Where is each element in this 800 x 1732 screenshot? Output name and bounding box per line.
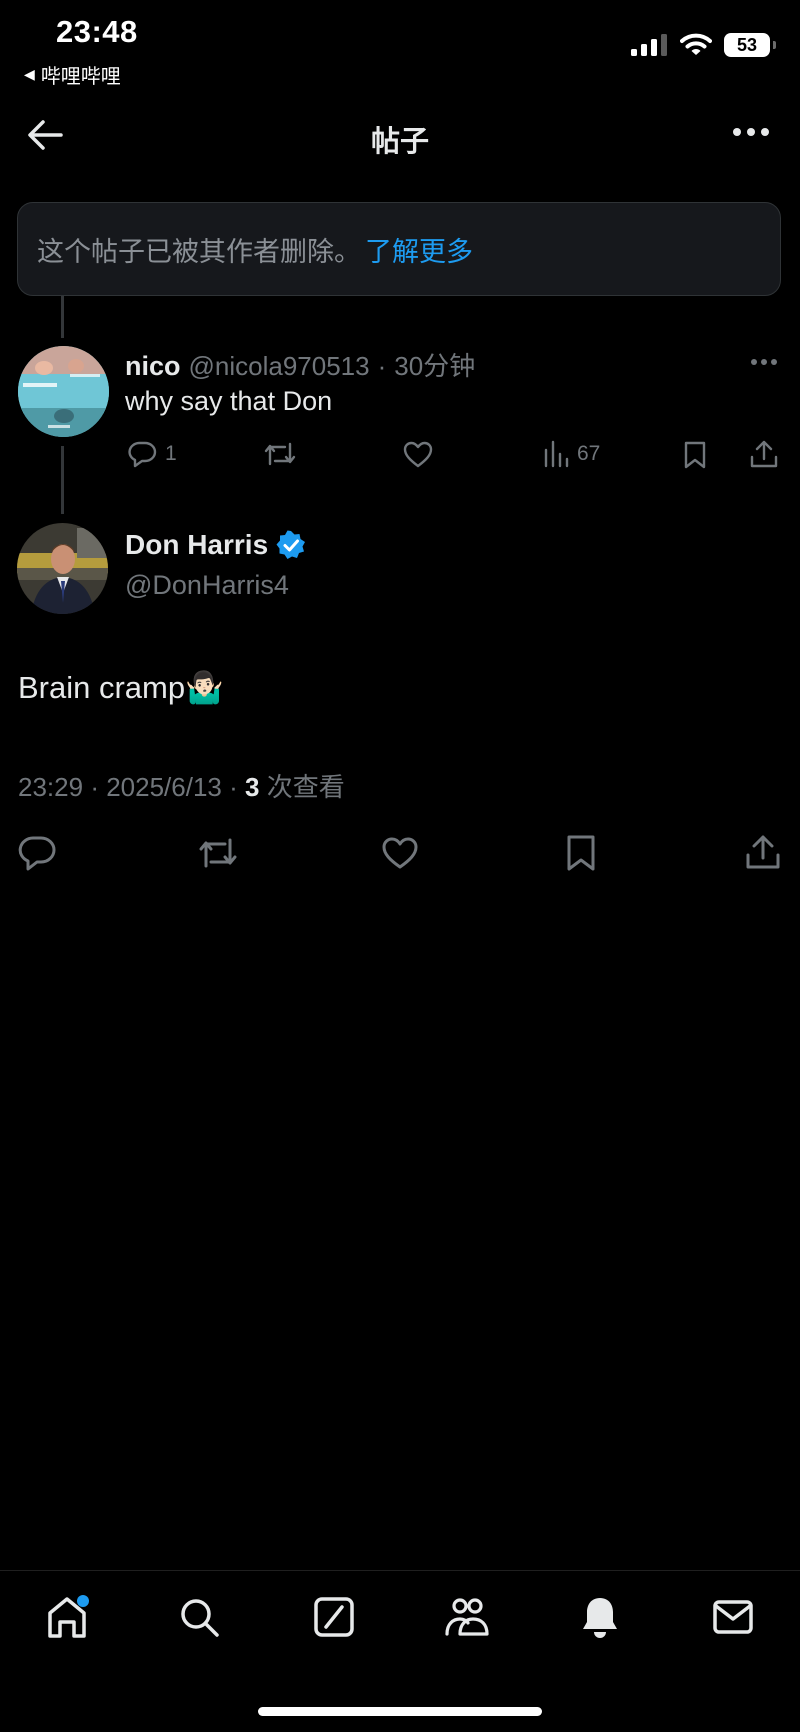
back-app-label: 哔哩哔哩 xyxy=(40,66,121,88)
share-icon xyxy=(746,835,780,869)
reply-timestamp: 30分钟 xyxy=(394,351,476,381)
thread-connector-middle xyxy=(61,446,64,514)
tab-grok[interactable] xyxy=(313,1596,355,1638)
reply-header: nico @nicola970513 · 30分钟 xyxy=(125,346,475,383)
post-view-count: 3 xyxy=(245,772,260,802)
comment-icon xyxy=(18,836,56,871)
main-post-text: Brain cramp🤷🏻‍♂️ xyxy=(18,670,224,705)
main-author-name[interactable]: Don Harris xyxy=(125,529,268,561)
home-icon xyxy=(48,1595,89,1638)
post-view-label: 次查看 xyxy=(266,772,345,802)
repost-icon xyxy=(264,442,296,466)
more-horizontal-icon xyxy=(733,128,769,136)
main-author-row: Don Harris xyxy=(125,529,306,561)
communities-icon xyxy=(445,1598,489,1636)
nico-avatar-image xyxy=(18,346,109,437)
main-post-meta: 23:29 · 2025/6/13 · 3 次查看 xyxy=(18,767,345,804)
comment-icon xyxy=(128,441,157,468)
tab-home[interactable] xyxy=(45,1594,93,1640)
reply-reply-button[interactable]: 1 xyxy=(127,440,177,468)
main-reply-button[interactable] xyxy=(18,835,56,871)
don-harris-avatar[interactable] xyxy=(17,523,108,614)
heart-icon xyxy=(382,837,418,869)
bookmark-icon xyxy=(684,441,706,469)
home-indicator[interactable] xyxy=(258,1707,542,1716)
tab-communities[interactable] xyxy=(443,1596,491,1638)
search-icon xyxy=(181,1599,219,1637)
meta-separator: · xyxy=(229,772,238,802)
nico-avatar[interactable] xyxy=(18,346,109,437)
status-time: 23:48 xyxy=(56,14,138,49)
main-share-button[interactable] xyxy=(744,833,782,871)
main-bookmark-button[interactable] xyxy=(566,834,596,872)
share-icon xyxy=(750,440,778,468)
reply-views-button[interactable]: 67 xyxy=(543,440,600,468)
heart-icon xyxy=(403,441,433,468)
wifi-icon xyxy=(680,33,712,55)
battery-indicator: 53 xyxy=(724,33,776,57)
battery-level: 53 xyxy=(736,34,758,55)
main-like-button[interactable] xyxy=(381,836,419,870)
bell-icon xyxy=(583,1598,617,1638)
main-author-handle[interactable]: @DonHarris4 xyxy=(125,570,289,601)
page-title: 帖子 xyxy=(370,126,429,158)
thread-connector-top xyxy=(61,296,64,338)
bookmark-icon xyxy=(567,835,595,871)
mail-icon xyxy=(713,1600,753,1634)
meta-separator: · xyxy=(90,772,99,802)
reply-separator: · xyxy=(377,351,387,381)
back-to-app-link[interactable]: ◀ 哔哩哔哩 xyxy=(24,60,121,89)
reply-text: why say that Don xyxy=(125,386,333,416)
more-options-button[interactable] xyxy=(732,126,770,138)
reply-like-button[interactable] xyxy=(403,441,433,468)
reply-bookmark-button[interactable] xyxy=(683,440,707,470)
tab-messages[interactable] xyxy=(712,1598,754,1636)
deleted-post-notice: 这个帖子已被其作者删除。 了解更多 xyxy=(17,202,781,296)
reply-reply-count: 1 xyxy=(165,442,177,465)
grok-icon xyxy=(314,1597,354,1637)
reply-author-name[interactable]: nico xyxy=(125,351,181,382)
main-repost-button[interactable] xyxy=(197,835,239,871)
analytics-bars-icon xyxy=(544,440,569,468)
repost-icon xyxy=(199,838,237,868)
reply-repost-button[interactable] xyxy=(263,440,297,468)
reply-more-button[interactable] xyxy=(750,358,778,366)
cellular-signal-icon xyxy=(631,34,667,56)
verified-badge-icon xyxy=(276,530,306,559)
tab-notifications[interactable] xyxy=(580,1595,620,1639)
more-horizontal-icon xyxy=(751,359,777,365)
system-status-icons: 53 xyxy=(630,33,776,57)
deleted-notice-text: 这个帖子已被其作者删除。 xyxy=(37,236,361,267)
tab-search[interactable] xyxy=(178,1596,220,1638)
reply-share-button[interactable] xyxy=(749,439,779,469)
don-harris-avatar-image xyxy=(17,523,108,614)
back-triangle-icon: ◀ xyxy=(24,66,35,82)
reply-author-handle[interactable]: @nicola970513 xyxy=(189,351,370,382)
post-date: 2025/6/13 xyxy=(106,772,222,802)
post-time: 23:29 xyxy=(18,772,84,802)
learn-more-link[interactable]: 了解更多 xyxy=(365,230,473,269)
reply-view-count: 67 xyxy=(577,442,601,465)
